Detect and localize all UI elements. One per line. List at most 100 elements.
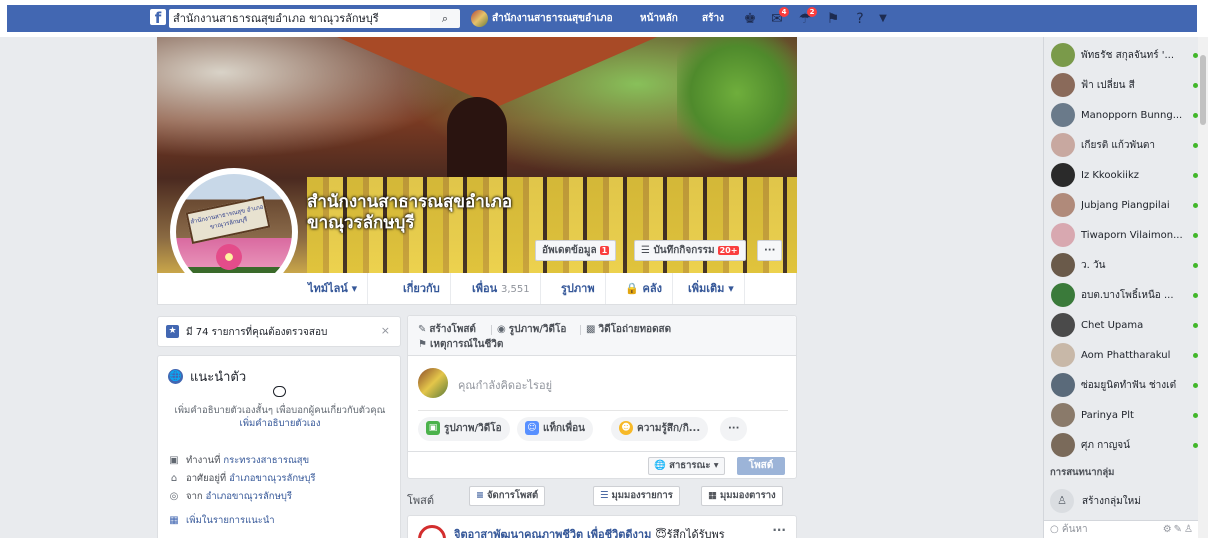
avatar (1051, 73, 1075, 97)
chat-contact[interactable]: เกียรติ แก้วพันตา (1044, 130, 1199, 160)
list-view-icon: ☰ (600, 490, 609, 501)
home-link[interactable]: หน้าหลัก (640, 10, 678, 28)
intro-lives-label: อาศัยอยู่ที่ (186, 473, 227, 484)
post-more-button[interactable]: ··· (772, 523, 786, 537)
review-notice-text: มี 74 รายการที่คุณต้องตรวจสอบ (186, 327, 328, 338)
help-icon[interactable]: ? (851, 10, 869, 28)
tab-life-event[interactable]: ⚑ เหตุการณ์ในชีวิต (418, 337, 503, 352)
tag-friends-button[interactable]: ☺ แท็กเพื่อน (517, 417, 593, 441)
friends-count: 3,551 (500, 284, 530, 295)
chat-options-icon[interactable]: ⚙✎♙ (1163, 521, 1195, 538)
create-link[interactable]: สร้าง (702, 10, 724, 28)
chat-contact[interactable]: อบต.บางโพธิ์เหนือ ... (1044, 280, 1199, 310)
tab-create-post[interactable]: ✎ สร้างโพสต์ (418, 322, 476, 337)
scrollbar-thumb[interactable] (1200, 55, 1206, 125)
page-title: สำนักงานสาธารณสุขอำเภอขาณุวรลักษบุรี (307, 192, 513, 233)
post-button[interactable]: โพสต์ (737, 457, 785, 475)
work-link[interactable]: กระทรวงสาธารณสุข (223, 453, 309, 468)
tab-timeline[interactable]: ไทม์ไลน์ ▾ (298, 273, 369, 304)
chat-contact[interactable]: Aom Phattharakul (1044, 340, 1199, 370)
audience-selector[interactable]: 🌐 สาธารณะ ▾ (648, 457, 725, 475)
chat-contact[interactable]: Tiwaporn Vilaimon... (1044, 220, 1199, 250)
intro-header: 🌐 แนะนำตัว (168, 368, 246, 385)
quick-help-icon[interactable]: ⚑ (824, 10, 842, 28)
chat-contact[interactable]: ศุภ กาญจน์ (1044, 430, 1199, 460)
post-title[interactable]: จิตอาสาพัฒนาคุณภาพชีวิต เพื่อชีวิตดีงาม … (454, 525, 725, 538)
profile-name-link[interactable]: สำนักงานสาธารณสุขอำเภอ (492, 10, 613, 28)
tag-friends-label: แท็กเพื่อน (543, 423, 585, 434)
facebook-logo-icon[interactable]: f (150, 9, 166, 27)
tab-create-post-label: สร้างโพสต์ (429, 324, 476, 335)
tab-photo-video[interactable]: ◉ รูปภาพ/วิดีโอ (497, 322, 566, 337)
add-featured-link[interactable]: ▦ เพิ่มในรายการแนะนำ (168, 513, 274, 528)
tag-friends-icon: ☺ (525, 421, 539, 435)
grid-view-button[interactable]: ▦ มุมมองตาราง (701, 486, 783, 506)
cover-temple-door (447, 97, 507, 177)
manage-posts-button[interactable]: ≡ จัดการโพสต์ (469, 486, 546, 506)
update-info-button[interactable]: อัพเดตข้อมูล 1 (535, 240, 617, 261)
tab-friends[interactable]: เพื่อน 3,551 (462, 273, 541, 304)
chat-contact[interactable]: ฟ้า เปลี่ยน สี (1044, 70, 1199, 100)
tab-more[interactable]: เพิ่มเติม ▾ (678, 273, 745, 304)
list-icon: ☰ (641, 245, 654, 256)
contact-name: Iz Kkookiikz (1081, 169, 1139, 181)
avatar (1051, 163, 1075, 187)
composer-input[interactable]: คุณกำลังคิดอะไรอยู่ (458, 376, 552, 394)
chat-contact[interactable]: พัทธรัช สกุลจันทร์ '... (1044, 40, 1199, 70)
chat-search-input[interactable]: ○ ค้นหา ⚙✎♙ (1044, 520, 1199, 538)
intro-work: ▣ ทำงานที่ กระทรวงสาธารณสุข (168, 453, 309, 468)
avatar (1051, 133, 1075, 157)
profile-avatar[interactable] (471, 10, 488, 27)
cover-more-button[interactable]: ··· (757, 240, 783, 261)
create-group-button[interactable]: ♙ สร้างกลุ่มใหม่ (1050, 489, 1141, 513)
activity-log-label: บันทึกกิจกรรม (653, 245, 715, 256)
composer-more-button[interactable]: ··· (720, 417, 748, 441)
post-title-text: จิตอาสาพัฒนาคุณภาพชีวิต เพื่อชีวิตดีงาม (454, 528, 652, 538)
chat-contact[interactable]: Manopporn Bunng... (1044, 100, 1199, 130)
notifications-icon[interactable]: ☂ 2 (796, 7, 817, 28)
chat-contact[interactable]: ซ่อมยูนิตทำฟัน ช่างเต๋ (1044, 370, 1199, 400)
search-input[interactable]: สำนักงานสาธารณสุขอำเภอ ขาณุวรลักษบุรี (169, 9, 430, 28)
tab-friends-label: เพื่อน (472, 282, 498, 295)
search-icon[interactable]: ⌕ (430, 9, 460, 28)
activity-log-button[interactable]: ☰ บันทึกกิจกรรม 20+ (634, 240, 747, 261)
photo-video-button[interactable]: ▣ รูปภาพ/วิดีโอ (418, 417, 510, 441)
audience-label: สาธารณะ ▾ (669, 460, 719, 471)
from-link[interactable]: อำเภอขาณุวรลักษบุรี (206, 489, 292, 504)
chat-contact[interactable]: Parinya Plt (1044, 400, 1199, 430)
grid-view-icon: ▦ (708, 490, 717, 501)
contact-name: ว. วัน (1081, 259, 1106, 271)
chat-contact[interactable]: Jubjang Piangpilai (1044, 190, 1199, 220)
tab-about[interactable]: เกี่ยวกับ (393, 273, 451, 304)
avatar (1051, 43, 1075, 67)
lives-link[interactable]: อำเภอขาณุวรลักษบุรี (229, 471, 315, 486)
add-bio-link[interactable]: เพิ่มคำอธิบายตัวเอง (166, 417, 394, 430)
contact-name: Parinya Plt (1081, 409, 1134, 421)
divider (491, 325, 492, 335)
feeling-button[interactable]: ☻ ความรู้สึก/กิ... (611, 417, 709, 441)
account-menu-icon[interactable]: ▼ (874, 10, 892, 28)
avatar (1051, 283, 1075, 307)
contact-name: เกียรติ แก้วพันตา (1081, 139, 1156, 151)
posts-label: โพสต์ (407, 494, 435, 507)
contact-name: Manopporn Bunng... (1081, 109, 1183, 121)
chat-contact[interactable]: Iz Kkookiikz (1044, 160, 1199, 190)
tab-archive[interactable]: 🔒 คลัง (615, 273, 674, 304)
grid-view-label: มุมมองตาราง (719, 490, 776, 501)
list-view-button[interactable]: ☰ มุมมองรายการ (593, 486, 680, 506)
post-author-avatar[interactable] (418, 525, 446, 538)
tab-photos[interactable]: รูปภาพ (551, 273, 606, 304)
composer-avatar (418, 368, 448, 398)
pencil-icon: ✎ (418, 324, 427, 335)
chat-search-placeholder: ค้นหา (1061, 524, 1088, 535)
intro-card: 🌐 แนะนำตัว เพิ่มคำอธิบายตัวเองสั้นๆ เพื่… (157, 355, 401, 538)
chat-contact[interactable]: Chet Upama (1044, 310, 1199, 340)
close-icon[interactable]: × (381, 324, 390, 337)
review-notice[interactable]: ★ มี 74 รายการที่คุณต้องตรวจสอบ × (157, 316, 401, 347)
avatar (1051, 433, 1075, 457)
home-icon: ⌂ (170, 472, 178, 484)
messenger-icon[interactable]: ✉ 4 (768, 7, 789, 28)
friend-requests-icon[interactable]: ♚ (741, 10, 759, 28)
tab-live-video[interactable]: ▩ วิดีโอถ่ายทอดสด (586, 322, 671, 337)
chat-contact[interactable]: ว. วัน (1044, 250, 1199, 280)
